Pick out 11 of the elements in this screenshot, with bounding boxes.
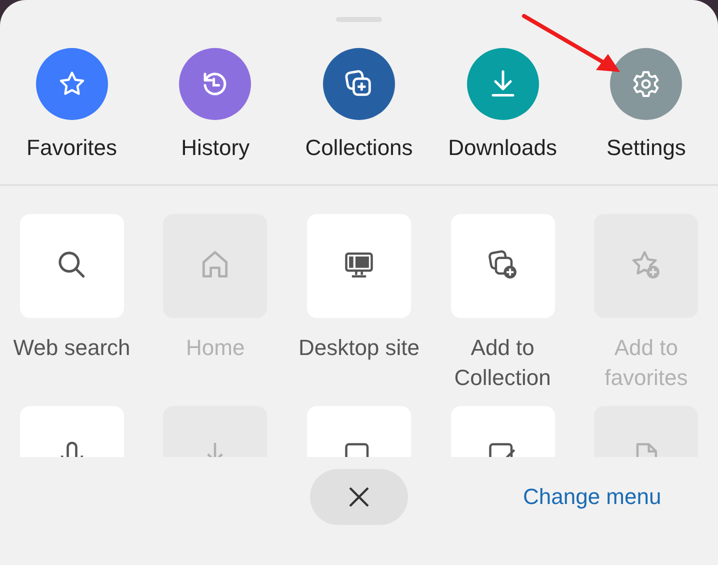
shortcut-button[interactable]: Settings [574, 48, 718, 161]
change-menu-link[interactable]: Change menu [523, 482, 662, 512]
settings-icon [631, 69, 662, 99]
tool-button[interactable]: Web search [0, 214, 144, 393]
tool-button[interactable]: Add to Collection [430, 214, 574, 393]
shortcut-button[interactable]: Favorites [0, 48, 144, 161]
shortcut-button[interactable]: History [144, 48, 288, 161]
close-icon [347, 485, 371, 509]
shortcut-button[interactable]: Collections [287, 48, 431, 161]
shortcut-button[interactable]: Downloads [430, 48, 574, 161]
tool-button[interactable]: Desktop site [287, 214, 431, 393]
